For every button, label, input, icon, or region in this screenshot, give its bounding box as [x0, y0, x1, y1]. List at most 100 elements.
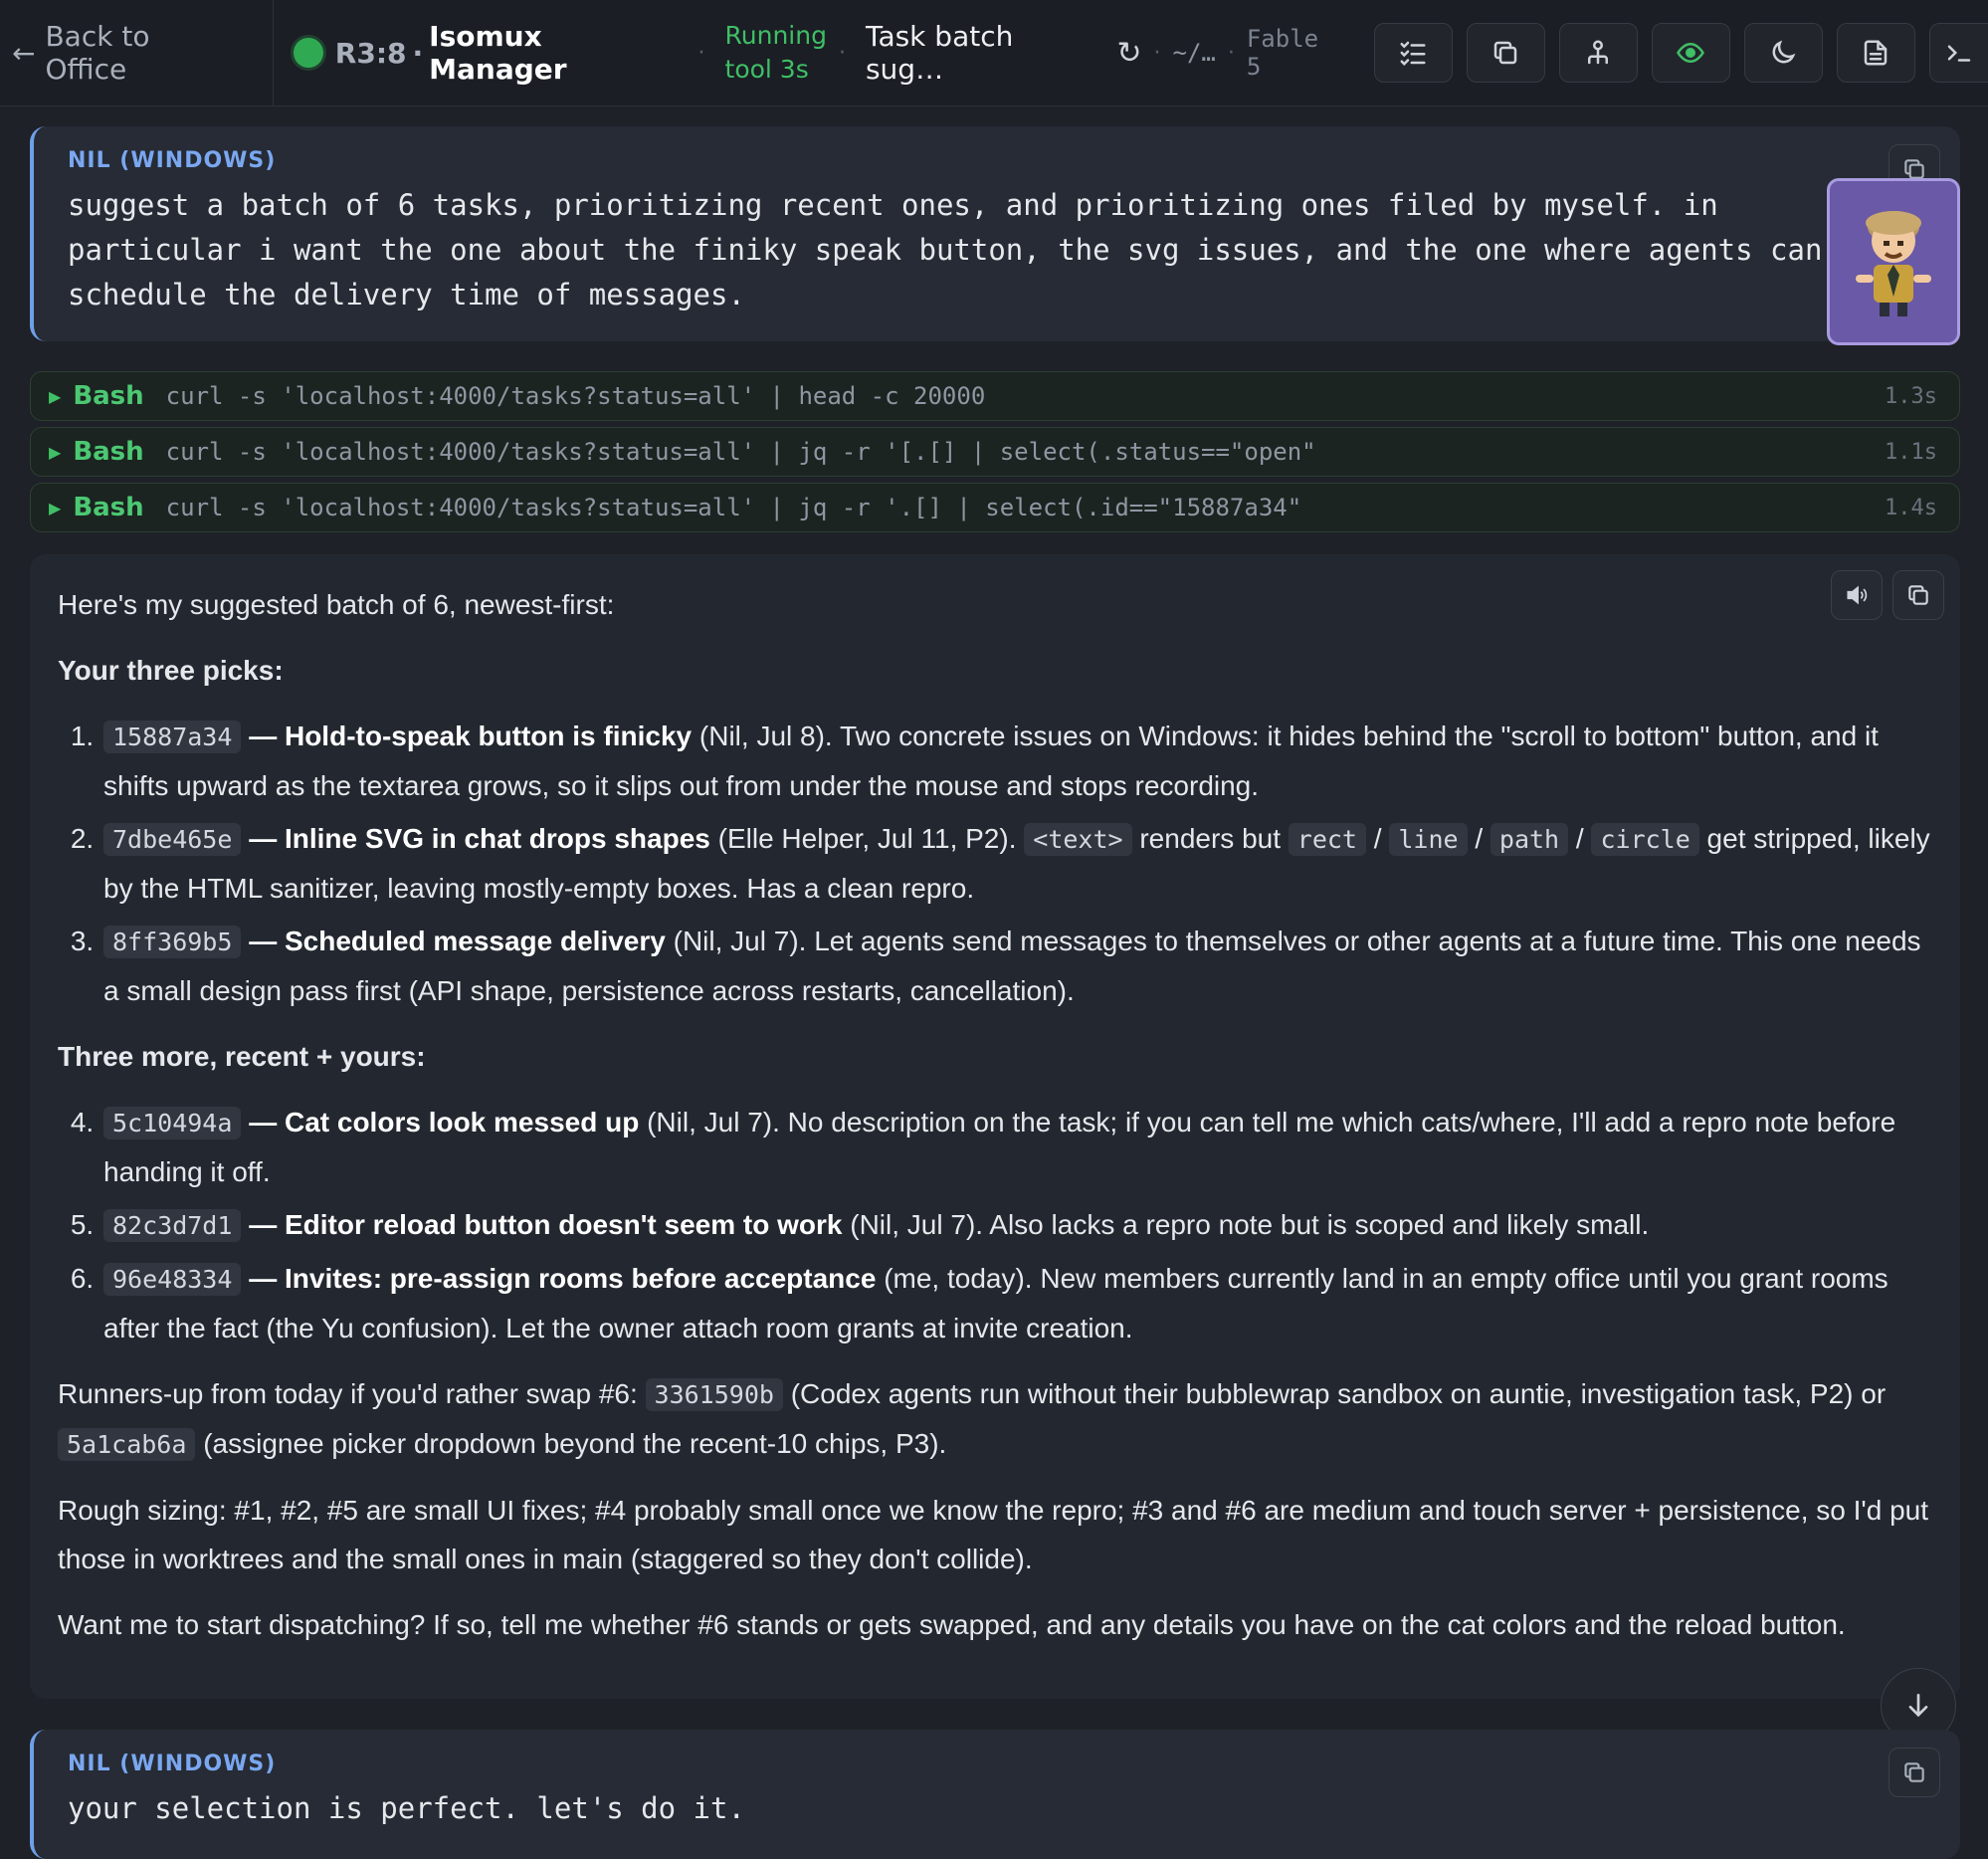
message-text: your selection is perfect. let's do it. — [68, 1791, 745, 1825]
expand-triangle-icon: ▶ — [49, 386, 62, 406]
message-author: NIL (WINDOWS) — [68, 1752, 277, 1776]
back-to-office-button[interactable]: ← Back to Office — [0, 0, 275, 106]
tool-command: curl -s 'localhost:4000/tasks?status=all… — [165, 494, 1302, 521]
tasks-button[interactable] — [1373, 23, 1453, 83]
tool-duration: 1.3s — [1885, 383, 1937, 409]
tool-name: Bash — [73, 437, 144, 467]
speaker-icon — [1847, 585, 1868, 605]
document-button[interactable] — [1836, 23, 1915, 83]
task-meta: (Nil, Jul 7). — [665, 926, 807, 956]
expand-triangle-icon: ▶ — [49, 442, 62, 462]
task-id[interactable]: 96e48334 — [103, 1263, 242, 1296]
runners-up-text: Runners-up from today if you'd rather sw… — [58, 1369, 1932, 1469]
tool-duration: 1.1s — [1885, 439, 1937, 465]
people-icon — [1588, 40, 1609, 65]
tool-command: curl -s 'localhost:4000/tasks?status=all… — [165, 382, 986, 410]
running-status: Running tool 3s — [725, 19, 827, 87]
copy-session-button[interactable] — [1466, 23, 1545, 83]
user-message: NIL (WINDOWS) your selection is perfect.… — [30, 1730, 1960, 1859]
message-author: NIL (WINDOWS) — [68, 148, 277, 173]
arrow-left-icon: ← — [12, 36, 36, 70]
terminal-button[interactable] — [1928, 23, 1988, 83]
copy-message-button[interactable] — [1892, 570, 1944, 620]
task-title: Cat colors look messed up — [284, 1107, 640, 1137]
runner-text: (Codex agents run without their bubblewr… — [782, 1378, 1887, 1409]
running-status-line1: Running — [724, 21, 827, 50]
inline-code: circle — [1591, 823, 1699, 856]
copy-icon — [1908, 585, 1928, 605]
task-meta: (Nil, Jul 8). — [692, 721, 833, 751]
section-heading: Three more, recent + yours: — [58, 1041, 426, 1072]
tool-command: curl -s 'localhost:4000/tasks?status=all… — [165, 438, 1316, 466]
inline-code: rect — [1288, 823, 1366, 856]
task-meta: (me, today). — [876, 1263, 1033, 1294]
dash: — — [241, 1263, 285, 1294]
intro-text: Here's my suggested batch of 6, newest-f… — [58, 589, 615, 620]
agent-avatar — [1827, 178, 1960, 345]
task-item: 15887a34 — Hold-to-speak button is finic… — [101, 712, 1932, 810]
task-meta: (Elle Helper, Jul 11, P2). — [709, 823, 1025, 854]
dash: — — [241, 823, 285, 854]
arrow-down-icon — [1908, 1694, 1928, 1718]
top-bar: ← Back to Office R3:8 · Isomux Manager ·… — [0, 0, 1988, 106]
dash: — — [241, 721, 285, 751]
sizing-text: Rough sizing: #1, #2, #5 are small UI fi… — [58, 1495, 1929, 1574]
inline-code: path — [1490, 823, 1569, 856]
working-dir-path[interactable]: ~/… — [1173, 39, 1216, 67]
slash: / — [1467, 823, 1491, 854]
closing-text: Want me to start dispatching? If so, tel… — [58, 1609, 1846, 1640]
task-id[interactable]: 15887a34 — [103, 721, 242, 753]
dash: — — [241, 926, 285, 956]
task-id[interactable]: 5c10494a — [103, 1107, 242, 1139]
tool-duration: 1.4s — [1885, 495, 1937, 520]
inline-code: <text> — [1024, 823, 1132, 856]
runner-text: (assignee picker dropdown beyond the rec… — [195, 1428, 947, 1459]
task-id[interactable]: 8ff369b5 — [103, 926, 242, 958]
task-title[interactable]: Task batch sug… — [866, 20, 1096, 86]
task-item: 5c10494a — Cat colors look messed up (Ni… — [101, 1098, 1932, 1196]
task-title: Hold-to-speak button is finicky — [284, 721, 693, 751]
task-id[interactable]: 82c3d7d1 — [103, 1209, 242, 1242]
theme-button[interactable] — [1743, 23, 1823, 83]
back-label: Back to Office — [45, 20, 150, 86]
refresh-icon[interactable]: ↻ — [1116, 36, 1141, 71]
task-list: 15887a34 — Hold-to-speak button is finic… — [58, 712, 1932, 1015]
task-id[interactable]: 3361590b — [645, 1378, 783, 1411]
task-id[interactable]: 7dbe465e — [103, 823, 242, 856]
task-list: 5c10494a — Cat colors look messed up (Ni… — [58, 1098, 1932, 1352]
inline-code: line — [1389, 823, 1468, 856]
dot-separator: · — [412, 36, 424, 70]
task-meta: (Nil, Jul 7). — [639, 1107, 780, 1137]
separator: · — [838, 40, 846, 66]
tool-call-row[interactable]: ▶ Bash curl -s 'localhost:4000/tasks?sta… — [30, 371, 1960, 421]
copy-message-button[interactable] — [1889, 1748, 1940, 1797]
dash: — — [241, 1209, 285, 1240]
task-item: 96e48334 — Invites: pre-assign rooms bef… — [101, 1254, 1932, 1352]
tool-call-row[interactable]: ▶ Bash curl -s 'localhost:4000/tasks?sta… — [30, 427, 1960, 477]
tool-name: Bash — [73, 493, 144, 522]
room-label: R3:8 — [334, 36, 407, 70]
people-button[interactable] — [1558, 23, 1638, 83]
tool-call-row[interactable]: ▶ Bash curl -s 'localhost:4000/tasks?sta… — [30, 483, 1960, 532]
expand-triangle-icon: ▶ — [49, 498, 62, 517]
task-meta: (Nil, Jul 7). — [842, 1209, 984, 1240]
task-id[interactable]: 5a1cab6a — [58, 1428, 196, 1461]
task-item: 8ff369b5 — Scheduled message delivery (N… — [101, 917, 1932, 1015]
slash: / — [1366, 823, 1390, 854]
running-status-line2: tool 3s — [724, 55, 809, 84]
separator: · — [1153, 40, 1161, 66]
task-body: Also lacks a repro note but is scoped an… — [983, 1209, 1650, 1240]
agent-character-icon — [1856, 211, 1931, 316]
status-dot — [294, 38, 323, 68]
assistant-message: Here's my suggested batch of 6, newest-f… — [30, 554, 1960, 1699]
task-title: Invites: pre-assign rooms before accepta… — [284, 1263, 877, 1294]
user-message: NIL (WINDOWS) suggest a batch of 6 tasks… — [30, 126, 1960, 345]
task-item: 82c3d7d1 — Editor reload button doesn't … — [101, 1200, 1932, 1250]
eye-icon — [1677, 42, 1705, 64]
section-heading: Your three picks: — [58, 655, 284, 686]
speak-message-button[interactable] — [1831, 570, 1883, 620]
task-text: renders but — [1131, 823, 1289, 854]
visibility-button[interactable] — [1651, 23, 1730, 83]
model-name[interactable]: Fable 5 — [1247, 25, 1346, 81]
copy-icon — [1904, 1762, 1924, 1782]
